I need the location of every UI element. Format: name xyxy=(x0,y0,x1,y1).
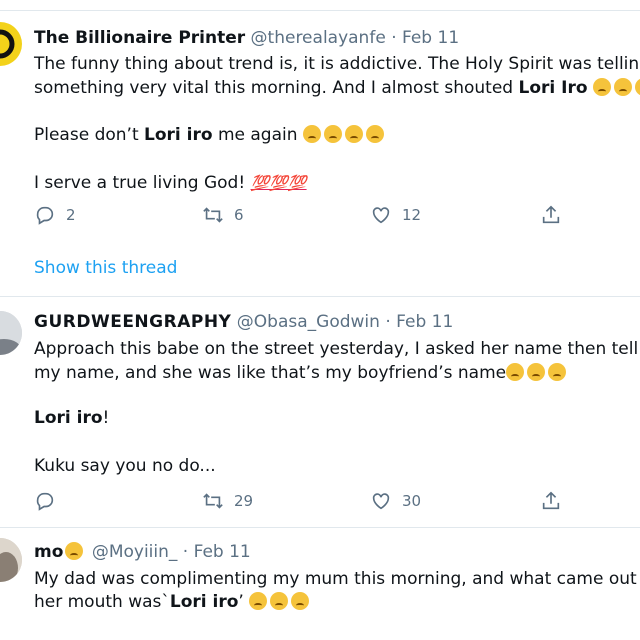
avatar[interactable] xyxy=(0,538,22,582)
text-span: My dad was complimenting my mum this mor… xyxy=(34,569,640,589)
text-span: Kuku say you no do... xyxy=(34,456,216,476)
pensive-face-emoji-icon xyxy=(323,125,342,143)
tired-face-emoji-icon xyxy=(634,78,640,96)
tweet-actions: 2 6 12 xyxy=(0,204,640,234)
like-count: 30 xyxy=(402,492,422,510)
text-span: me again xyxy=(212,125,298,145)
tired-face-emoji-icon xyxy=(592,78,611,96)
reply-button[interactable] xyxy=(34,490,66,512)
tweet-text-line: The funny thing about trend is, it is ad… xyxy=(34,53,640,76)
share-button[interactable] xyxy=(540,204,562,226)
heart-icon xyxy=(372,207,390,224)
tired-face-emoji-icon xyxy=(613,78,632,96)
tweet-text-line: her mouth was`Lori iro’ xyxy=(34,591,312,614)
retweet-icon xyxy=(203,207,223,223)
like-count: 12 xyxy=(402,206,422,224)
reply-count: 2 xyxy=(66,206,76,224)
tweet-text-line: I serve a true living God! 💯💯💯 xyxy=(34,172,307,195)
tears-of-joy-emoji-icon xyxy=(270,592,289,610)
dot-separator: · xyxy=(182,542,189,562)
retweet-count: 29 xyxy=(234,492,254,510)
text-span: her mouth was` xyxy=(34,592,170,612)
text-span: Please don’t xyxy=(34,125,145,145)
reply-icon xyxy=(36,206,54,225)
timestamp[interactable]: Feb 11 xyxy=(402,28,459,48)
tweet-header: The Billionaire Printer @therealayanfe ·… xyxy=(34,28,459,48)
tweet-text-line: My dad was complimenting my mum this mor… xyxy=(34,568,640,591)
reply-icon xyxy=(36,492,54,511)
tweet-text-line: Kuku say you no do... xyxy=(34,455,216,478)
tweet-header: GURDWEENGRAPHY @Obasa_Godwin · Feb 11 xyxy=(34,312,453,332)
rofl-emoji-icon xyxy=(249,592,268,610)
like-button[interactable]: 12 xyxy=(370,204,421,226)
bold-text: Lori Iro xyxy=(518,78,588,98)
disappointed-face-emoji-icon xyxy=(527,363,546,381)
handle[interactable]: @Obasa_Godwin xyxy=(237,312,380,332)
text-span: ’ xyxy=(238,592,244,612)
pensive-face-emoji-icon xyxy=(302,125,321,143)
tweet-actions: 29 30 xyxy=(0,490,640,520)
retweet-button[interactable]: 29 xyxy=(202,490,253,512)
tweet-3[interactable]: mo @Moyiiin_ · Feb 11 My dad was complim… xyxy=(0,528,640,640)
text-span: something very vital this morning. And I… xyxy=(34,78,519,98)
retweet-count: 6 xyxy=(234,206,244,224)
show-thread-link[interactable]: Show this thread xyxy=(34,258,177,278)
tweet-text-line: Lori iro! xyxy=(34,407,109,430)
zany-face-emoji-icon xyxy=(65,542,84,560)
tweet-text-line: something very vital this morning. And I… xyxy=(34,77,640,100)
rofl-emoji-icon xyxy=(291,592,310,610)
share-button[interactable] xyxy=(540,490,562,512)
reply-button[interactable]: 2 xyxy=(34,204,76,226)
text-span: I serve a true living God! xyxy=(34,173,246,193)
tweet-text-line: my name, and she was like that’s my boyf… xyxy=(34,362,569,385)
tweet-header: mo @Moyiiin_ · Feb 11 xyxy=(34,542,251,562)
hundred-points-emoji-icon: 💯💯💯 xyxy=(250,174,307,192)
text-span: ! xyxy=(102,408,110,428)
tweet-text-line: Please don’t Lori iro me again xyxy=(34,124,387,147)
pensive-face-emoji-icon xyxy=(365,125,384,143)
avatar[interactable] xyxy=(0,311,22,355)
pensive-face-emoji-icon xyxy=(344,125,363,143)
display-name[interactable]: GURDWEENGRAPHY xyxy=(34,312,231,332)
handle[interactable]: @Moyiiin_ xyxy=(92,542,178,562)
bold-text: Lori iro xyxy=(34,408,103,428)
tweet-2[interactable]: GURDWEENGRAPHY @Obasa_Godwin · Feb 11 Ap… xyxy=(0,297,640,527)
disappointed-face-emoji-icon xyxy=(548,363,567,381)
display-name[interactable]: mo xyxy=(34,542,63,562)
avatar-photo-icon xyxy=(0,311,22,355)
text-span: Approach this babe on the street yesterd… xyxy=(34,339,640,359)
tweet-text-line: Approach this babe on the street yesterd… xyxy=(34,338,640,361)
handle[interactable]: @therealayanfe xyxy=(251,28,386,48)
retweet-icon xyxy=(203,493,223,509)
display-name[interactable]: The Billionaire Printer xyxy=(34,28,245,48)
retweet-button[interactable]: 6 xyxy=(202,204,244,226)
avatar[interactable] xyxy=(0,22,22,66)
text-span: The funny thing about trend is, it is ad… xyxy=(34,54,640,74)
avatar-logo-icon xyxy=(0,29,15,59)
timestamp[interactable]: Feb 11 xyxy=(194,542,251,562)
avatar-photo-icon xyxy=(0,538,22,582)
timestamp[interactable]: Feb 11 xyxy=(396,312,453,332)
share-icon xyxy=(542,491,560,510)
like-button[interactable]: 30 xyxy=(370,490,421,512)
dot-separator: · xyxy=(385,312,391,332)
text-span: my name, and she was like that’s my boyf… xyxy=(34,363,507,383)
dot-separator: · xyxy=(391,28,397,48)
tweet-1[interactable]: The Billionaire Printer @therealayanfe ·… xyxy=(0,0,640,296)
bold-text: Lori iro xyxy=(144,125,213,145)
heart-icon xyxy=(372,493,390,510)
disappointed-face-emoji-icon xyxy=(506,363,525,381)
share-icon xyxy=(542,205,560,224)
bold-text: Lori iro xyxy=(169,592,239,612)
